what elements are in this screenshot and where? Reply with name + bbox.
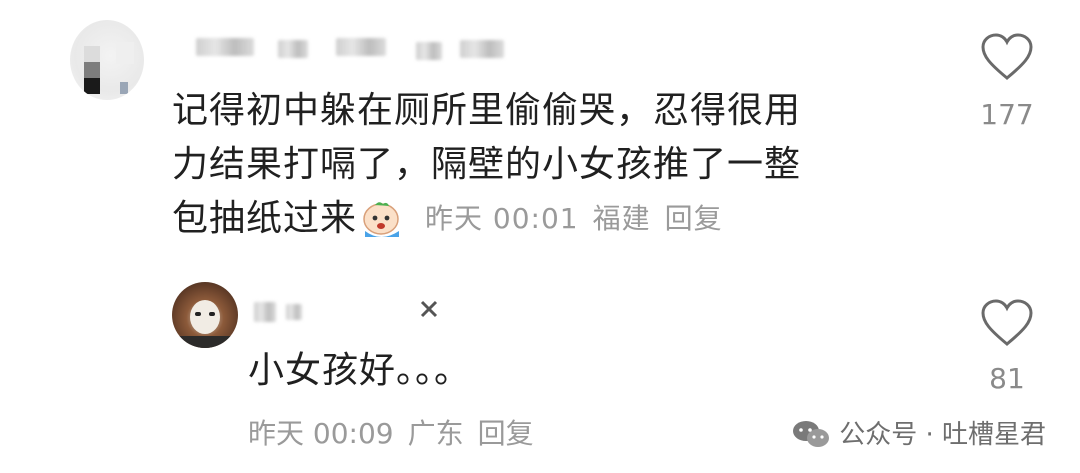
like-count: 81 bbox=[989, 362, 1025, 395]
avatar-pixel bbox=[84, 62, 100, 78]
avatar-pixel bbox=[84, 78, 100, 94]
reply-location: 广东 bbox=[407, 417, 464, 450]
avatar[interactable] bbox=[172, 282, 238, 348]
reply-button[interactable]: 回复 bbox=[478, 412, 534, 452]
avatar-pixel bbox=[84, 46, 100, 62]
comment-text: 记得初中躲在厕所里偷偷哭，忍得很用 力结果打嗝了，隔壁的小女孩推了一整 包抽纸过… bbox=[172, 84, 902, 246]
comment-line: 包抽纸过来 bbox=[172, 198, 358, 239]
comment-time: 昨天 00:01 bbox=[425, 202, 579, 235]
close-mark bbox=[420, 300, 438, 318]
heart-icon[interactable] bbox=[980, 298, 1034, 348]
username-blurred[interactable] bbox=[250, 300, 450, 326]
reply-text: 小女孩好。。。 bbox=[248, 350, 472, 391]
comment-line: 记得初中躲在厕所里偷偷哭，忍得很用 bbox=[172, 90, 802, 131]
avatar[interactable] bbox=[70, 20, 144, 100]
reply-button[interactable]: 回复 bbox=[665, 192, 723, 246]
comment-location: 福建 bbox=[592, 202, 651, 235]
heart-icon[interactable] bbox=[980, 32, 1034, 82]
wechat-icon bbox=[793, 421, 830, 447]
username-blurred[interactable] bbox=[196, 34, 516, 60]
watermark-text: 公众号 · 吐槽星君 bbox=[839, 420, 1046, 450]
watermark: 公众号 · 吐槽星君 bbox=[791, 414, 1046, 451]
avatar-pixel bbox=[116, 42, 134, 64]
comment-line: 力结果打嗝了，隔壁的小女孩推了一整 bbox=[172, 144, 802, 185]
reply-time: 昨天 00:09 bbox=[248, 417, 394, 450]
like-count: 177 bbox=[980, 98, 1034, 131]
crying-emoji-icon bbox=[363, 202, 400, 237]
reply-meta: 昨天 00:09 广东 回复 bbox=[248, 412, 534, 452]
avatar-pixel bbox=[120, 82, 128, 94]
